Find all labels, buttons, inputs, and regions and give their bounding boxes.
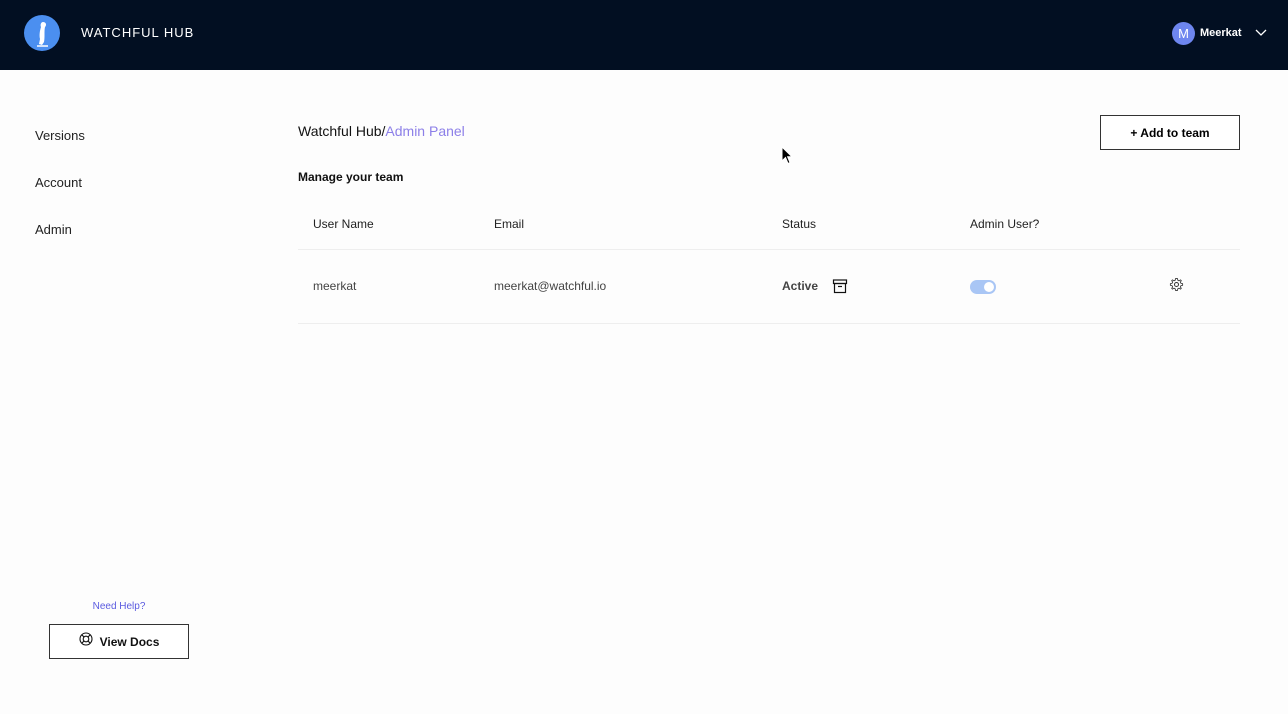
archive-icon[interactable]	[832, 278, 848, 299]
breadcrumb-current[interactable]: Admin Panel	[385, 123, 464, 139]
breadcrumb: Watchful Hub/Admin Panel	[298, 123, 465, 140]
mouse-cursor-icon	[781, 145, 794, 170]
add-to-team-button[interactable]: + Add to team	[1100, 115, 1240, 150]
avatar[interactable]: M	[1172, 21, 1195, 45]
column-header-status: Status	[782, 217, 817, 231]
column-header-user-name: User Name	[313, 217, 374, 231]
toggle-knob	[984, 282, 994, 292]
cell-user-name: meerkat	[313, 279, 357, 293]
table-row-divider	[298, 323, 1240, 324]
app-title: WATCHFUL HUB	[81, 25, 195, 40]
view-docs-label: View Docs	[99, 634, 160, 649]
top-navbar: WATCHFUL HUB M Meerkat	[0, 0, 1288, 70]
lifebuoy-icon	[79, 632, 93, 651]
status-badge: Active	[782, 279, 819, 293]
sidebar-item-account[interactable]: Account	[35, 175, 82, 191]
page-title: Manage your team	[298, 170, 404, 184]
sidebar-item-admin[interactable]: Admin	[35, 222, 72, 238]
sidebar-item-versions[interactable]: Versions	[35, 128, 85, 144]
column-header-email: Email	[494, 217, 525, 231]
chevron-down-icon[interactable]	[1255, 29, 1267, 37]
need-help-link[interactable]: Need Help?	[49, 601, 189, 612]
cell-email: meerkat@watchful.io	[494, 279, 607, 293]
admin-toggle[interactable]	[970, 280, 996, 294]
meerkat-logo-icon[interactable]	[24, 15, 60, 51]
user-name[interactable]: Meerkat	[1200, 27, 1242, 39]
table-header-divider	[298, 249, 1240, 250]
breadcrumb-root[interactable]: Watchful Hub/	[298, 123, 385, 139]
user-menu[interactable]: M Meerkat	[1172, 21, 1267, 45]
view-docs-button[interactable]: View Docs	[49, 624, 189, 659]
gear-icon[interactable]	[1169, 277, 1184, 297]
column-header-admin: Admin User?	[970, 217, 1040, 231]
